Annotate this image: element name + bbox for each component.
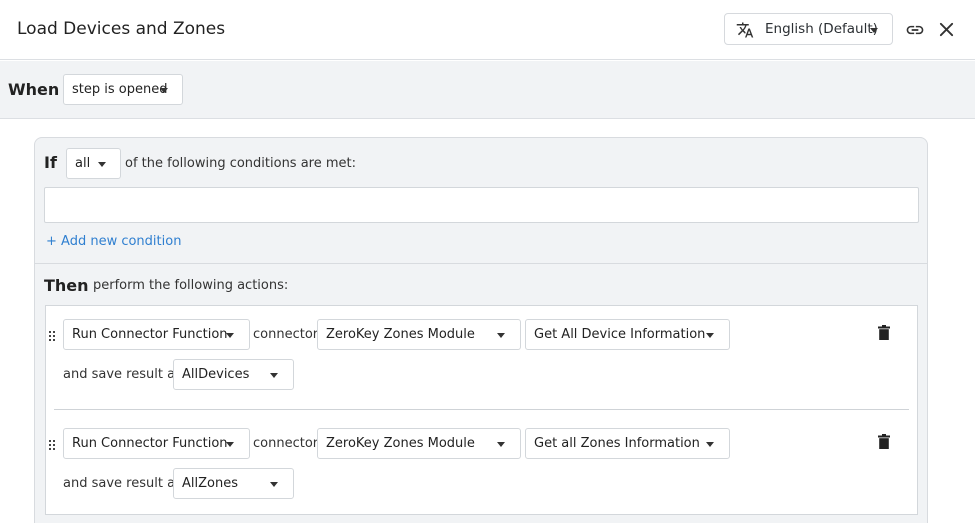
actions-text: perform the following actions: <box>93 278 289 293</box>
chevron-down-icon <box>226 333 234 338</box>
chevron-down-icon <box>160 88 168 93</box>
result-name-select[interactable]: AllDevices <box>173 359 294 390</box>
action-type-select[interactable]: Run Connector Function <box>63 428 250 459</box>
add-condition-link[interactable]: + Add new condition <box>46 234 181 249</box>
language-dropdown[interactable]: English (Default) <box>724 13 893 45</box>
chevron-down-icon <box>497 333 505 338</box>
conditions-text: of the following conditions are met: <box>125 156 357 171</box>
action-type-value: Run Connector Function <box>72 327 228 342</box>
result-name-select[interactable]: AllZones <box>173 468 294 499</box>
function-value: Get All Device Information <box>534 327 706 342</box>
connector-label: connector: <box>253 327 323 342</box>
action-type-value: Run Connector Function <box>72 436 228 451</box>
translate-icon <box>736 22 754 38</box>
save-result-label: and save result as: <box>63 476 187 491</box>
language-label: English (Default) <box>765 21 878 37</box>
when-bar: When step is opened <box>0 61 975 119</box>
dialog-header: Load Devices and Zones English (Default) <box>0 0 975 60</box>
connector-label: connector: <box>253 436 323 451</box>
chevron-down-icon <box>706 333 714 338</box>
trash-icon[interactable] <box>878 325 890 340</box>
result-name-value: AllZones <box>182 476 238 491</box>
chevron-down-icon <box>497 442 505 447</box>
dialog-title: Load Devices and Zones <box>17 19 226 39</box>
rule-card: If all of the following conditions are m… <box>34 137 928 523</box>
then-label: Then <box>44 276 89 295</box>
drag-handle-icon[interactable] <box>49 440 55 450</box>
actions-list: Run Connector Function connector: ZeroKe… <box>45 305 918 515</box>
function-select[interactable]: Get All Device Information <box>525 319 730 350</box>
condition-input[interactable] <box>44 187 919 223</box>
when-label: When <box>8 80 60 99</box>
save-result-label: and save result as: <box>63 367 187 382</box>
close-icon[interactable] <box>938 21 955 38</box>
chevron-down-icon <box>870 28 878 33</box>
trigger-select[interactable]: step is opened <box>63 74 183 105</box>
connector-value: ZeroKey Zones Module <box>326 327 475 342</box>
condition-match-value: all <box>75 156 91 171</box>
chevron-down-icon <box>98 162 106 167</box>
trigger-select-value: step is opened <box>72 82 168 97</box>
if-label: If <box>44 153 57 172</box>
condition-match-select[interactable]: all <box>66 148 121 179</box>
connector-select[interactable]: ZeroKey Zones Module <box>317 319 521 350</box>
function-value: Get all Zones Information <box>534 436 700 451</box>
function-select[interactable]: Get all Zones Information <box>525 428 730 459</box>
action-type-select[interactable]: Run Connector Function <box>63 319 250 350</box>
action-divider <box>54 409 909 410</box>
chevron-down-icon <box>270 373 278 378</box>
connector-value: ZeroKey Zones Module <box>326 436 475 451</box>
chevron-down-icon <box>270 482 278 487</box>
trash-icon[interactable] <box>878 434 890 449</box>
section-divider <box>35 263 927 264</box>
drag-handle-icon[interactable] <box>49 331 55 341</box>
chevron-down-icon <box>706 442 714 447</box>
chevron-down-icon <box>226 442 234 447</box>
result-name-value: AllDevices <box>182 367 250 382</box>
connector-select[interactable]: ZeroKey Zones Module <box>317 428 521 459</box>
link-icon[interactable] <box>905 20 925 40</box>
